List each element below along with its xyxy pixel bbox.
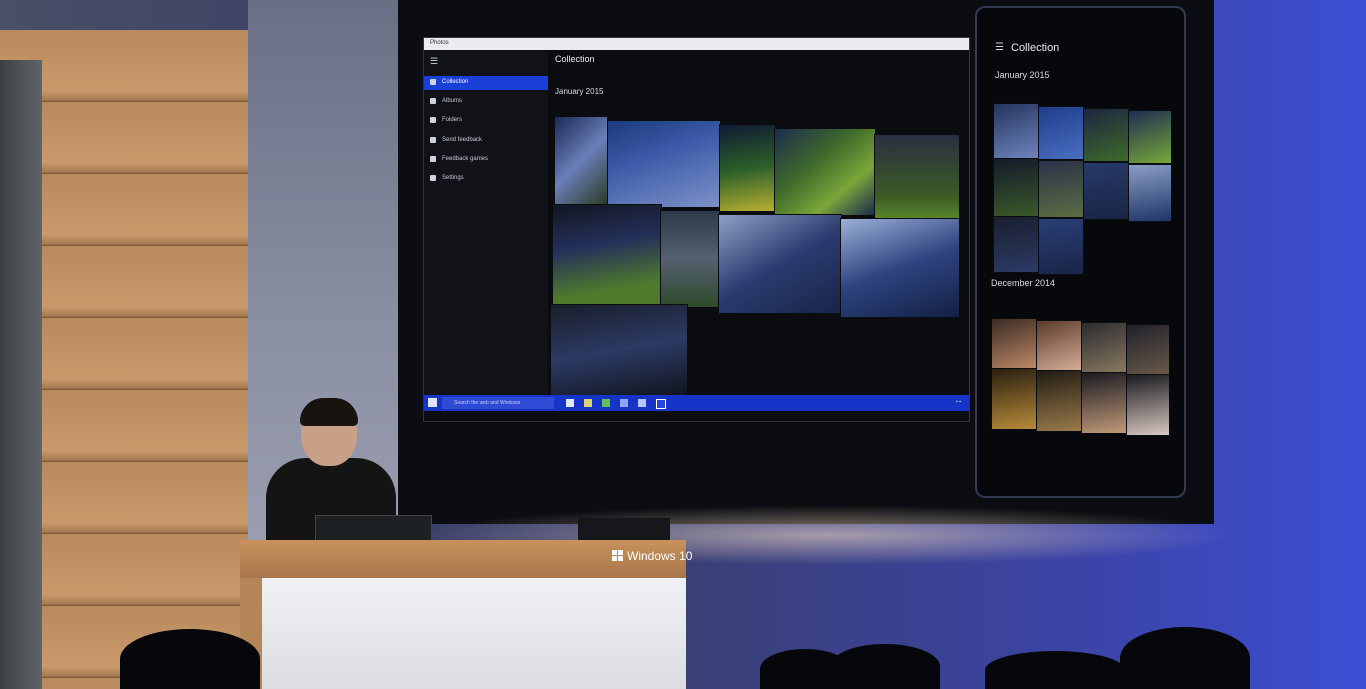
photo-thumbnail[interactable] [991, 368, 1037, 430]
browser-icon[interactable] [620, 399, 628, 407]
photos-app-icon[interactable] [656, 399, 666, 409]
sidebar-item-collection[interactable]: Collection [424, 76, 548, 90]
mail-icon[interactable] [638, 399, 646, 407]
photo-thumbnail[interactable] [552, 204, 662, 306]
settings-icon [430, 175, 436, 181]
photo-thumbnail[interactable] [774, 128, 876, 216]
sidebar-item-label: Settings [442, 175, 464, 181]
photo-thumbnail[interactable] [993, 103, 1039, 159]
sidebar-item-label: Folders [442, 117, 463, 123]
photo-thumbnail[interactable] [840, 218, 960, 318]
albums-icon [430, 98, 436, 104]
photo-thumbnail[interactable] [719, 124, 776, 212]
audience-head [1120, 627, 1250, 689]
feedback-icon [430, 137, 436, 143]
windows-taskbar: Search the web and Windows ▪ ▪ [424, 395, 969, 411]
collection-icon [430, 79, 436, 85]
photo-thumbnail[interactable] [1081, 322, 1127, 374]
sidebar-item-label: Collection [442, 79, 469, 85]
photos-sidebar: ☰ Collection Albums Folders Send feedbac… [424, 50, 548, 395]
photo-thumbnail[interactable] [554, 116, 608, 206]
brand-label: Windows 10 [627, 549, 693, 563]
phone-month-heading: January 2015 [995, 70, 1050, 80]
photo-thumbnail[interactable] [1126, 324, 1170, 376]
photo-thumbnail[interactable] [1083, 162, 1129, 220]
page-title: Collection [555, 54, 595, 64]
photo-thumbnail[interactable] [718, 214, 842, 314]
hamburger-menu-icon[interactable]: ☰ [430, 56, 438, 67]
photo-thumbnail[interactable] [1081, 372, 1127, 434]
window-title: Photos [430, 40, 449, 46]
second-laptop [578, 518, 670, 540]
sidebar-item-folders[interactable]: Folders [424, 114, 548, 128]
photo-thumbnail[interactable] [993, 216, 1039, 273]
photo-thumbnail[interactable] [607, 120, 721, 208]
podium-front [262, 578, 686, 689]
photo-thumbnail[interactable] [550, 304, 688, 396]
photo-thumbnail[interactable] [1038, 160, 1084, 218]
sidebar-item-feedback-games[interactable]: Feedback games [424, 153, 548, 167]
photo-thumbnail[interactable] [1036, 370, 1082, 432]
audience-head [985, 651, 1125, 689]
sidebar-item-albums[interactable]: Albums [424, 95, 548, 109]
file-explorer-icon[interactable] [584, 399, 592, 407]
phone-month-heading: December 2014 [991, 278, 1056, 288]
photos-app-window: Photos ☰ Collection Albums Folders Send … [423, 37, 970, 422]
phone-hamburger-icon[interactable]: ☰ [995, 42, 1004, 53]
photo-thumbnail[interactable] [1128, 110, 1172, 164]
photo-thumbnail[interactable] [1036, 320, 1082, 372]
audience-head [830, 644, 940, 689]
taskbar-search-box[interactable]: Search the web and Windows [442, 397, 554, 409]
phone-frame: ☰ Collection January 2015 December 2014 [975, 6, 1186, 498]
sidebar-item-label: Send feedback [442, 137, 483, 143]
sidebar-item-send-feedback[interactable]: Send feedback [424, 134, 548, 148]
photo-thumbnail[interactable] [993, 158, 1039, 218]
presenter-hair [300, 398, 358, 426]
photo-thumbnail[interactable] [1128, 164, 1172, 222]
stone-pillar [0, 60, 42, 689]
photo-thumbnail[interactable] [1038, 106, 1084, 160]
sidebar-item-settings[interactable]: Settings [424, 172, 548, 186]
games-icon [430, 156, 436, 162]
store-icon[interactable] [602, 399, 610, 407]
photo-thumbnail[interactable] [874, 134, 960, 222]
photo-thumbnail[interactable] [991, 318, 1037, 370]
photo-thumbnail[interactable] [1126, 374, 1170, 436]
audience-camera [120, 629, 260, 689]
system-tray[interactable]: ▪ ▪ [956, 399, 961, 405]
folders-icon [430, 117, 436, 123]
window-title-bar: Photos [424, 38, 969, 50]
start-button-icon[interactable] [428, 398, 437, 407]
month-heading: January 2015 [555, 87, 604, 96]
photo-thumbnail[interactable] [1083, 108, 1129, 162]
task-view-icon[interactable] [566, 399, 574, 407]
windows-10-logo: Windows 10 [612, 549, 692, 563]
sidebar-item-label: Feedback games [442, 156, 489, 162]
photo-thumbnail[interactable] [660, 210, 720, 308]
sidebar-item-label: Albums [442, 98, 463, 104]
windows-logo-icon [612, 550, 623, 561]
phone-page-title: Collection [1011, 42, 1060, 54]
photo-thumbnail[interactable] [1038, 218, 1084, 275]
